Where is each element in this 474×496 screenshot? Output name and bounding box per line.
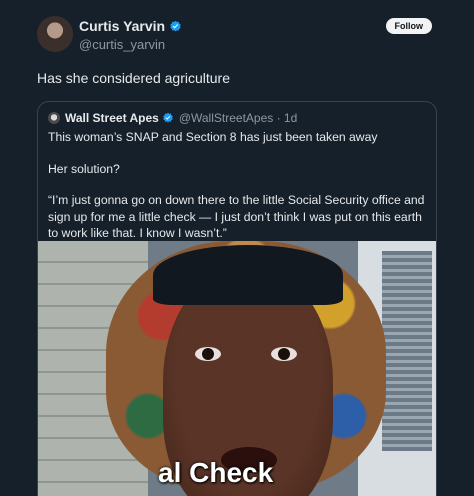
quoted-paragraph: Her solution? bbox=[48, 161, 120, 176]
quoted-tweet-text: This woman’s SNAP and Section 8 has just… bbox=[48, 129, 428, 257]
author-avatar[interactable] bbox=[37, 16, 73, 52]
quoted-tweet[interactable]: Wall Street Apes @WallStreetApes · 1d Th… bbox=[37, 101, 437, 496]
quoted-paragraph: “I’m just gonna go on down there to the … bbox=[48, 193, 425, 240]
quoted-tweet-header: Wall Street Apes @WallStreetApes · 1d bbox=[48, 111, 297, 125]
author-display-name[interactable]: Curtis Yarvin bbox=[79, 18, 165, 34]
quoted-video-thumbnail[interactable]: al Check bbox=[38, 241, 436, 496]
quoted-author-name[interactable]: Wall Street Apes bbox=[65, 111, 159, 125]
verified-badge-icon bbox=[163, 112, 173, 123]
video-caption: al Check bbox=[158, 457, 274, 488]
quoted-handle-time: @WallStreetApes · 1d bbox=[178, 111, 298, 125]
tweet-header: Curtis Yarvin @curtis_yarvin Follow bbox=[37, 16, 432, 56]
quoted-paragraph: This woman’s SNAP and Section 8 has just… bbox=[48, 130, 378, 144]
verified-badge-icon bbox=[170, 20, 181, 31]
author-handle[interactable]: @curtis_yarvin bbox=[79, 37, 182, 52]
author-info: Curtis Yarvin @curtis_yarvin bbox=[79, 18, 182, 52]
tweet-text: Has she considered agriculture bbox=[37, 70, 230, 86]
quoted-author-avatar[interactable] bbox=[48, 112, 60, 124]
tweet: Curtis Yarvin @curtis_yarvin Follow Has … bbox=[0, 0, 474, 496]
follow-button[interactable]: Follow bbox=[385, 18, 432, 34]
headband bbox=[153, 245, 343, 305]
